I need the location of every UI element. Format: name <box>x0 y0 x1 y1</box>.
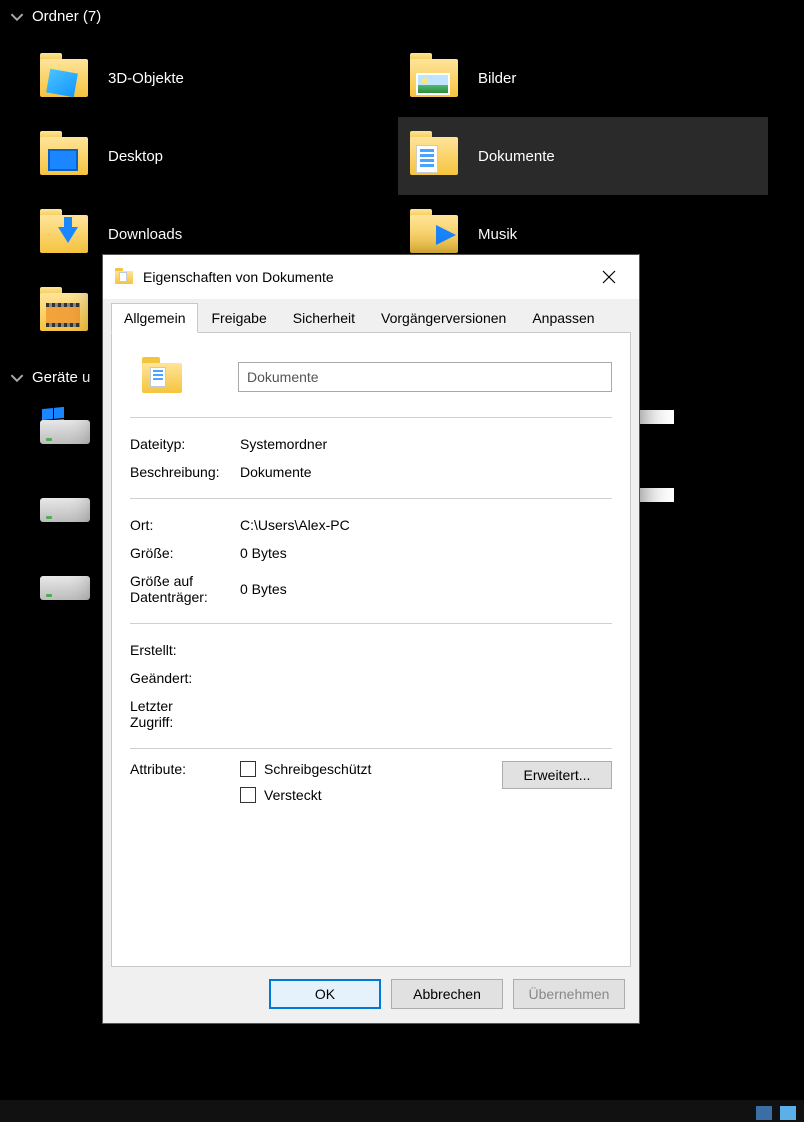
label-location: Ort: <box>130 517 240 533</box>
label-attributes: Attribute: <box>130 761 240 777</box>
value-accessed <box>240 698 612 730</box>
documents-folder-icon <box>140 353 188 401</box>
value-modified <box>240 670 612 686</box>
tab-strip: Allgemein Freigabe Sicherheit Vorgängerv… <box>111 299 631 333</box>
folder-label: Musik <box>478 226 517 243</box>
separator <box>130 623 612 624</box>
checkbox-hidden[interactable]: Versteckt <box>240 787 502 803</box>
label-filetype: Dateityp: <box>130 436 240 452</box>
label-modified: Geändert: <box>130 670 240 686</box>
documents-folder-icon <box>115 268 133 286</box>
separator <box>130 748 612 749</box>
folder-icon <box>406 127 464 185</box>
close-icon <box>602 270 616 284</box>
folder-label: Dokumente <box>478 148 555 165</box>
folder-label: 3D-Objekte <box>108 70 184 87</box>
tab-page-general: Dateityp: Systemordner Beschreibung: Dok… <box>111 332 631 967</box>
folders-section-header[interactable]: Ordner (7) <box>0 0 804 33</box>
folder-item-desktop[interactable]: Desktop <box>28 117 398 195</box>
separator <box>130 498 612 499</box>
label-size-on-disk: Größe auf Datenträger: <box>130 573 240 605</box>
checkbox-icon <box>240 787 256 803</box>
dialog-button-row: OK Abbrechen Übernehmen <box>111 967 631 1015</box>
folder-icon <box>36 49 94 107</box>
folder-label: Bilder <box>478 70 516 87</box>
checkbox-readonly-label: Schreibgeschützt <box>264 761 371 777</box>
folder-icon <box>406 49 464 107</box>
system-tray <box>756 1106 796 1120</box>
label-size: Größe: <box>130 545 240 561</box>
tab-customize[interactable]: Anpassen <box>519 303 607 333</box>
folder-item-3d-objects[interactable]: 3D-Objekte <box>28 39 398 117</box>
tab-security[interactable]: Sicherheit <box>280 303 368 333</box>
value-created <box>240 642 612 658</box>
drive-icon <box>36 484 94 532</box>
drive-icon <box>36 562 94 610</box>
apply-button[interactable]: Übernehmen <box>513 979 625 1009</box>
dialog-body: Allgemein Freigabe Sicherheit Vorgängerv… <box>103 299 639 1023</box>
tab-sharing[interactable]: Freigabe <box>198 303 279 333</box>
value-size: 0 Bytes <box>240 545 612 561</box>
folders-section-label: Ordner (7) <box>32 8 101 25</box>
advanced-button[interactable]: Erweitert... <box>502 761 612 789</box>
properties-dialog: Eigenschaften von Dokumente Allgemein Fr… <box>102 254 640 1024</box>
value-filetype: Systemordner <box>240 436 612 452</box>
tray-icon[interactable] <box>780 1106 796 1120</box>
tray-icon[interactable] <box>756 1106 772 1120</box>
label-description: Beschreibung: <box>130 464 240 480</box>
taskbar[interactable] <box>0 1100 804 1122</box>
value-description: Dokumente <box>240 464 612 480</box>
folder-label: Desktop <box>108 148 163 165</box>
value-location: C:\Users\Alex-PC <box>240 517 612 533</box>
value-size-on-disk: 0 Bytes <box>240 581 612 597</box>
label-created: Erstellt: <box>130 642 240 658</box>
close-button[interactable] <box>589 262 629 292</box>
folder-name-input[interactable] <box>238 362 612 392</box>
cancel-button[interactable]: Abbrechen <box>391 979 503 1009</box>
dialog-title: Eigenschaften von Dokumente <box>143 269 334 285</box>
ok-button[interactable]: OK <box>269 979 381 1009</box>
folder-icon <box>36 127 94 185</box>
label-accessed: Letzter Zugriff: <box>130 698 240 730</box>
separator <box>130 417 612 418</box>
folder-icon <box>36 283 94 341</box>
folder-icon <box>36 205 94 263</box>
checkbox-hidden-label: Versteckt <box>264 787 322 803</box>
chevron-down-icon <box>10 10 24 24</box>
folder-label: Downloads <box>108 226 182 243</box>
tab-previous-versions[interactable]: Vorgängerversionen <box>368 303 519 333</box>
folder-item-documents[interactable]: Dokumente <box>398 117 768 195</box>
drive-icon <box>36 406 94 454</box>
chevron-down-icon <box>10 371 24 385</box>
folder-item-pictures[interactable]: Bilder <box>398 39 768 117</box>
devices-section-label: Geräte u <box>32 369 90 386</box>
tab-general[interactable]: Allgemein <box>111 303 198 333</box>
dialog-titlebar[interactable]: Eigenschaften von Dokumente <box>103 255 639 299</box>
checkbox-readonly[interactable]: Schreibgeschützt <box>240 761 502 777</box>
checkbox-icon <box>240 761 256 777</box>
